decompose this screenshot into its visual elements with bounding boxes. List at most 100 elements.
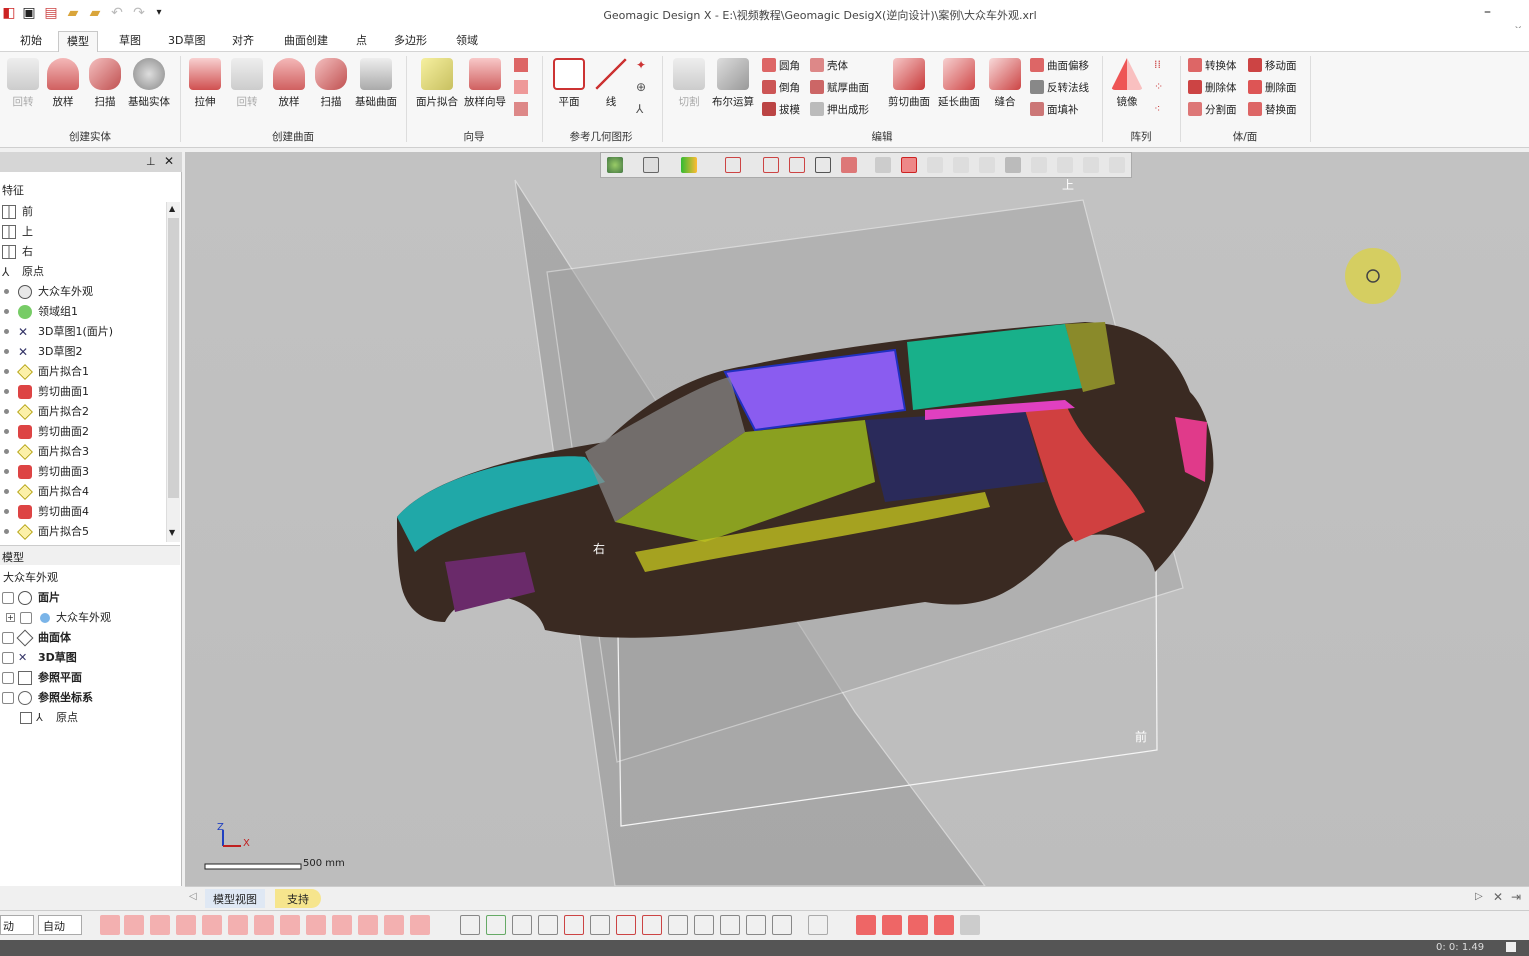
feature-item[interactable]: 面片拟合4 <box>0 482 166 502</box>
select-flood-icon[interactable] <box>1057 157 1073 173</box>
view-icon-4[interactable] <box>538 915 558 935</box>
feature-item[interactable]: 剪切曲面4 <box>0 502 166 522</box>
tab-3d-sketch[interactable]: 3D草图 <box>160 31 213 52</box>
feature-item[interactable]: 前 <box>0 202 166 222</box>
feature-item[interactable]: 上 <box>0 222 166 242</box>
ref-axis-icon[interactable]: ⅄ <box>636 102 643 116</box>
fillet-button[interactable]: 圆角 <box>762 56 800 76</box>
filter-icon-10[interactable] <box>332 915 352 935</box>
minimize-icon[interactable]: – <box>1484 4 1491 20</box>
filter-icon-2[interactable] <box>124 915 144 935</box>
scroll-up-icon[interactable]: ▲ <box>169 204 175 213</box>
select-circle-icon[interactable] <box>927 157 943 173</box>
boolean-button[interactable]: 布尔运算 <box>710 56 756 109</box>
next-tab-icon[interactable]: ⇥ <box>1511 890 1521 904</box>
feature-item[interactable]: 领域组1 <box>0 302 166 322</box>
expand-icon[interactable]: + <box>6 613 15 622</box>
iso-view-icon[interactable] <box>725 157 741 173</box>
view-cube-icon[interactable] <box>643 157 659 173</box>
linear-pattern-icon[interactable]: ⁞⁞ <box>1154 58 1161 71</box>
tab-point[interactable]: 点 <box>348 31 375 52</box>
split-view-icon[interactable] <box>815 157 831 173</box>
feature-item[interactable]: 面片拟合1 <box>0 362 166 382</box>
shell-button[interactable]: 壳体 <box>810 56 848 76</box>
select-brush-icon[interactable] <box>1031 157 1047 173</box>
extend-surface-button[interactable]: 延长曲面 <box>936 56 982 109</box>
view-icon-10[interactable] <box>694 915 714 935</box>
trim-surface-button[interactable]: 剪切曲面 <box>886 56 932 109</box>
surface-loft-button[interactable]: 放样 <box>266 56 312 109</box>
filter-icon-13[interactable] <box>410 915 430 935</box>
tab-support[interactable]: 支持 <box>275 889 321 908</box>
surface-extrude-button[interactable]: 拉伸 <box>182 56 228 109</box>
ref-line-button[interactable]: 线 <box>588 56 634 109</box>
pin-icon[interactable]: ⊥ <box>146 155 156 168</box>
eye-icon[interactable] <box>2 672 14 684</box>
measure-icon-3[interactable] <box>908 915 928 935</box>
wizard-small-icon-3[interactable] <box>514 102 528 116</box>
circular-pattern-icon[interactable]: ⁘ <box>1154 80 1163 93</box>
chamfer-button[interactable]: 倒角 <box>762 78 800 98</box>
view-icon-1[interactable] <box>460 915 480 935</box>
view-icon-7[interactable] <box>616 915 636 935</box>
split-face-button[interactable]: 分割面 <box>1188 100 1237 120</box>
settings-icon[interactable] <box>960 915 980 935</box>
feature-scrollbar[interactable]: ▲ ▼ <box>166 202 180 542</box>
tab-region[interactable]: 领域 <box>448 31 486 52</box>
feature-item[interactable]: ✕ 3D草图2 <box>0 342 166 362</box>
feature-item[interactable]: 大众车外观 <box>0 282 166 302</box>
tab-initial[interactable]: 初始 <box>12 31 50 52</box>
mode-select-1[interactable]: 动 <box>0 915 34 935</box>
scroll-down-icon[interactable]: ▼ <box>169 528 175 537</box>
extrude-form-button[interactable]: 押出成形 <box>810 100 869 120</box>
feature-item[interactable]: 面片拟合2 <box>0 402 166 422</box>
measure-icon-4[interactable] <box>934 915 954 935</box>
feature-item[interactable]: 面片拟合5 <box>0 522 166 542</box>
solid-loft-button[interactable]: 放样 <box>40 56 86 109</box>
replace-face-button[interactable]: 替换面 <box>1248 100 1297 120</box>
surface-base-button[interactable]: 基础曲面 <box>353 56 399 109</box>
surface-offset-button[interactable]: 曲面偏移 <box>1030 56 1089 76</box>
mirror-button[interactable]: 镜像 <box>1104 56 1150 109</box>
feature-item[interactable]: 剪切曲面2 <box>0 422 166 442</box>
tab-model[interactable]: 模型 <box>58 31 98 52</box>
feature-item[interactable]: 剪切曲面3 <box>0 462 166 482</box>
convert-body-button[interactable]: 转换体 <box>1188 56 1237 76</box>
eye-icon[interactable] <box>2 592 14 604</box>
mode-select-2[interactable]: 自动 <box>38 915 82 935</box>
feature-item[interactable]: ⅄ 原点 <box>0 262 166 282</box>
color-mode-icon[interactable] <box>681 157 697 173</box>
view-icon-11[interactable] <box>720 915 740 935</box>
tab-scroll-left-icon[interactable]: ◁ <box>189 891 197 902</box>
feature-item[interactable]: ✕ 3D草图1(面片) <box>0 322 166 342</box>
view-icon-9[interactable] <box>668 915 688 935</box>
clipboard-icon[interactable] <box>808 915 828 935</box>
checkbox[interactable] <box>20 712 32 724</box>
home-view-icon[interactable] <box>841 157 857 173</box>
select-polygon-icon[interactable] <box>953 157 969 173</box>
view-icon-5[interactable] <box>564 915 584 935</box>
move-face-button[interactable]: 移动面 <box>1248 56 1297 76</box>
eye-icon[interactable] <box>2 652 14 664</box>
patch-fit-button[interactable]: 面片拟合 <box>414 56 460 109</box>
select-lasso-icon[interactable] <box>1005 157 1021 173</box>
view-icon-6[interactable] <box>590 915 610 935</box>
select-freeform-icon[interactable] <box>979 157 995 173</box>
curve-pattern-icon[interactable]: ⁖ <box>1154 102 1160 115</box>
solid-sweep-button[interactable]: 扫描 <box>82 56 128 109</box>
side-view-icon[interactable] <box>789 157 805 173</box>
close-tab-icon[interactable]: ✕ <box>1493 890 1503 904</box>
eye-icon[interactable] <box>2 632 14 644</box>
filter-icon-5[interactable] <box>202 915 222 935</box>
measure-icon-1[interactable] <box>856 915 876 935</box>
tab-align[interactable]: 对齐 <box>224 31 262 52</box>
select-line-icon[interactable] <box>875 157 891 173</box>
ref-coordinate-icon[interactable]: ⊕ <box>636 80 646 94</box>
filter-icon-3[interactable] <box>150 915 170 935</box>
select-rect-icon[interactable] <box>901 157 917 173</box>
tab-surface-create[interactable]: 曲面创建 <box>276 31 336 52</box>
loft-wizard-button[interactable]: 放样向导 <box>462 56 508 109</box>
tab-sketch[interactable]: 草图 <box>111 31 149 52</box>
feature-item[interactable]: 剪切曲面1 <box>0 382 166 402</box>
eye-icon[interactable] <box>2 692 14 704</box>
